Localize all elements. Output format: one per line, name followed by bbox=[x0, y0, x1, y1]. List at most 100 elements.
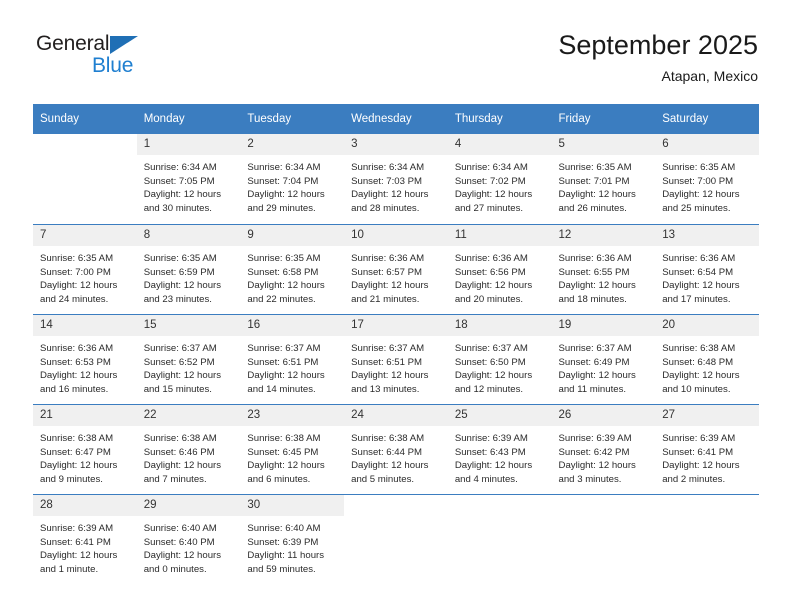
sunset-text: Sunset: 6:46 PM bbox=[143, 446, 215, 458]
daylight-text-line2: and 23 minutes. bbox=[143, 293, 212, 305]
calendar-day[interactable]: 21 Sunrise: 6:38 AM Sunset: 6:47 PM Dayligh… bbox=[33, 404, 137, 494]
daylight-text-line2: and 17 minutes. bbox=[662, 293, 731, 305]
calendar-day-empty bbox=[33, 134, 137, 224]
calendar-day[interactable]: 16 Sunrise: 6:37 AM Sunset: 6:51 PM Dayligh… bbox=[240, 314, 345, 404]
calendar-page: General Blue September 2025 Atapan, Mexi… bbox=[0, 0, 792, 612]
sunset-text: Sunset: 6:39 PM bbox=[247, 536, 319, 548]
daylight-text-line2: and 26 minutes. bbox=[558, 202, 627, 214]
daylight-text-line1: Daylight: 12 hours bbox=[558, 280, 636, 292]
calendar-day[interactable]: 25 Sunrise: 6:39 AM Sunset: 6:43 PM Dayligh… bbox=[447, 404, 552, 494]
calendar-cell: 22 Sunrise: 6:38 AM Sunset: 6:46 PM Dayligh… bbox=[136, 404, 241, 494]
calendar-day[interactable]: 1 Sunrise: 6:34 AM Sunset: 7:05 PM Daylight… bbox=[136, 134, 241, 224]
calendar-day[interactable]: 9 Sunrise: 6:35 AM Sunset: 6:58 PM Daylight… bbox=[240, 224, 345, 314]
day-number: 5 bbox=[551, 134, 656, 155]
sunrise-text: Sunrise: 6:36 AM bbox=[662, 253, 736, 264]
calendar-day[interactable]: 28 Sunrise: 6:39 AM Sunset: 6:41 PM Dayligh… bbox=[33, 494, 137, 584]
day-details: Sunrise: 6:37 AM Sunset: 6:50 PM Daylight:… bbox=[448, 336, 552, 396]
day-number: 7 bbox=[33, 225, 137, 246]
calendar-cell: 16 Sunrise: 6:37 AM Sunset: 6:51 PM Dayligh… bbox=[240, 314, 345, 404]
general-blue-logo[interactable]: General Blue bbox=[36, 32, 216, 84]
daylight-text-line1: Daylight: 12 hours bbox=[558, 189, 636, 201]
calendar-day[interactable]: 3 Sunrise: 6:34 AM Sunset: 7:03 PM Daylight… bbox=[344, 134, 448, 224]
calendar-cell: 23 Sunrise: 6:38 AM Sunset: 6:45 PM Dayligh… bbox=[240, 404, 345, 494]
day-details: Sunrise: 6:37 AM Sunset: 6:51 PM Daylight:… bbox=[344, 336, 448, 396]
day-number: 8 bbox=[136, 225, 241, 246]
daylight-text-line1: Daylight: 12 hours bbox=[351, 460, 429, 472]
calendar-day[interactable]: 15 Sunrise: 6:37 AM Sunset: 6:52 PM Dayligh… bbox=[136, 314, 241, 404]
calendar-day[interactable]: 23 Sunrise: 6:38 AM Sunset: 6:45 PM Dayligh… bbox=[240, 404, 345, 494]
calendar-cell: 21 Sunrise: 6:38 AM Sunset: 6:47 PM Dayligh… bbox=[33, 404, 137, 494]
calendar-day[interactable]: 20 Sunrise: 6:38 AM Sunset: 6:48 PM Dayligh… bbox=[655, 314, 759, 404]
day-number: 13 bbox=[655, 225, 759, 246]
sunset-text: Sunset: 6:51 PM bbox=[351, 356, 423, 368]
day-number: 1 bbox=[136, 134, 241, 155]
calendar-day[interactable]: 2 Sunrise: 6:34 AM Sunset: 7:04 PM Daylight… bbox=[240, 134, 345, 224]
sunset-text: Sunset: 6:49 PM bbox=[558, 356, 630, 368]
calendar-day[interactable]: 19 Sunrise: 6:37 AM Sunset: 6:49 PM Dayligh… bbox=[551, 314, 656, 404]
calendar-day[interactable]: 13 Sunrise: 6:36 AM Sunset: 6:54 PM Dayligh… bbox=[655, 224, 759, 314]
calendar-day[interactable]: 17 Sunrise: 6:37 AM Sunset: 6:51 PM Dayligh… bbox=[344, 314, 448, 404]
calendar-day[interactable]: 29 Sunrise: 6:40 AM Sunset: 6:40 PM Dayligh… bbox=[136, 494, 241, 584]
sunrise-text: Sunrise: 6:36 AM bbox=[454, 253, 528, 264]
day-details: Sunrise: 6:36 AM Sunset: 6:54 PM Daylight:… bbox=[655, 246, 759, 306]
sunrise-text: Sunrise: 6:39 AM bbox=[40, 523, 114, 534]
calendar-day[interactable]: 7 Sunrise: 6:35 AM Sunset: 7:00 PM Daylight… bbox=[33, 224, 137, 314]
daylight-text-line2: and 2 minutes. bbox=[662, 473, 726, 485]
calendar-day[interactable]: 5 Sunrise: 6:35 AM Sunset: 7:01 PM Daylight… bbox=[551, 134, 656, 224]
day-details: Sunrise: 6:38 AM Sunset: 6:44 PM Daylight:… bbox=[344, 426, 448, 486]
calendar-day[interactable]: 22 Sunrise: 6:38 AM Sunset: 6:46 PM Dayligh… bbox=[136, 404, 241, 494]
day-number bbox=[552, 495, 656, 516]
daylight-text-line2: and 11 minutes. bbox=[558, 383, 627, 395]
day-number: 11 bbox=[447, 225, 552, 246]
sunset-text: Sunset: 7:03 PM bbox=[351, 175, 423, 187]
calendar-day[interactable]: 10 Sunrise: 6:36 AM Sunset: 6:57 PM Dayligh… bbox=[344, 224, 448, 314]
calendar-day[interactable]: 30 Sunrise: 6:40 AM Sunset: 6:39 PM Dayligh… bbox=[240, 494, 345, 584]
day-number: 25 bbox=[447, 405, 552, 426]
calendar-day[interactable]: 26 Sunrise: 6:39 AM Sunset: 6:42 PM Dayligh… bbox=[551, 404, 656, 494]
calendar-day-empty bbox=[344, 494, 448, 584]
daylight-text-line1: Daylight: 12 hours bbox=[143, 550, 222, 562]
calendar-cell bbox=[344, 494, 448, 584]
day-number: 17 bbox=[344, 315, 448, 336]
calendar-body: 1 Sunrise: 6:34 AM Sunset: 7:05 PM Daylight… bbox=[33, 134, 759, 584]
daylight-text-line1: Daylight: 11 hours bbox=[247, 550, 325, 562]
day-details: Sunrise: 6:37 AM Sunset: 6:51 PM Daylight:… bbox=[240, 336, 344, 396]
day-details: Sunrise: 6:37 AM Sunset: 6:49 PM Daylight:… bbox=[552, 336, 656, 396]
calendar-day-empty bbox=[655, 494, 759, 584]
day-details: Sunrise: 6:35 AM Sunset: 7:00 PM Daylight:… bbox=[655, 155, 759, 215]
calendar-day[interactable]: 18 Sunrise: 6:37 AM Sunset: 6:50 PM Dayligh… bbox=[447, 314, 552, 404]
day-number: 29 bbox=[136, 495, 241, 516]
calendar-day[interactable]: 6 Sunrise: 6:35 AM Sunset: 7:00 PM Daylight… bbox=[655, 134, 759, 224]
calendar-day[interactable]: 14 Sunrise: 6:36 AM Sunset: 6:53 PM Dayligh… bbox=[33, 314, 137, 404]
sunrise-text: Sunrise: 6:38 AM bbox=[662, 343, 736, 354]
sunset-text: Sunset: 7:04 PM bbox=[247, 175, 319, 187]
sunrise-text: Sunrise: 6:38 AM bbox=[143, 433, 217, 444]
calendar-day[interactable]: 11 Sunrise: 6:36 AM Sunset: 6:56 PM Dayligh… bbox=[447, 224, 552, 314]
calendar-cell bbox=[447, 494, 552, 584]
calendar-day[interactable]: 4 Sunrise: 6:34 AM Sunset: 7:02 PM Daylight… bbox=[447, 134, 552, 224]
day-details: Sunrise: 6:35 AM Sunset: 7:00 PM Daylight:… bbox=[33, 246, 137, 306]
location-subtitle: Atapan, Mexico bbox=[661, 68, 759, 84]
calendar-day[interactable]: 24 Sunrise: 6:38 AM Sunset: 6:44 PM Dayligh… bbox=[344, 404, 448, 494]
calendar-day[interactable]: 27 Sunrise: 6:39 AM Sunset: 6:41 PM Dayligh… bbox=[655, 404, 759, 494]
day-number: 9 bbox=[240, 225, 345, 246]
sunrise-text: Sunrise: 6:37 AM bbox=[351, 343, 425, 354]
calendar-day[interactable]: 8 Sunrise: 6:35 AM Sunset: 6:59 PM Daylight… bbox=[136, 224, 241, 314]
daylight-text-line1: Daylight: 12 hours bbox=[40, 280, 118, 292]
daylight-text-line2: and 21 minutes. bbox=[351, 293, 420, 305]
calendar-cell: 20 Sunrise: 6:38 AM Sunset: 6:48 PM Dayligh… bbox=[655, 314, 759, 404]
calendar-cell: 15 Sunrise: 6:37 AM Sunset: 6:52 PM Dayligh… bbox=[136, 314, 241, 404]
sunrise-text: Sunrise: 6:35 AM bbox=[40, 253, 114, 264]
daylight-text-line2: and 10 minutes. bbox=[662, 383, 731, 395]
daylight-text-line1: Daylight: 12 hours bbox=[558, 370, 636, 382]
calendar-day[interactable]: 12 Sunrise: 6:36 AM Sunset: 6:55 PM Dayligh… bbox=[551, 224, 656, 314]
daylight-text-line1: Daylight: 12 hours bbox=[40, 550, 118, 562]
daylight-text-line1: Daylight: 12 hours bbox=[662, 189, 740, 201]
sunrise-text: Sunrise: 6:37 AM bbox=[143, 343, 217, 354]
day-details: Sunrise: 6:37 AM Sunset: 6:52 PM Daylight:… bbox=[137, 336, 241, 396]
daylight-text-line2: and 5 minutes. bbox=[351, 473, 415, 485]
sunset-text: Sunset: 7:00 PM bbox=[662, 175, 734, 187]
calendar-cell: 13 Sunrise: 6:36 AM Sunset: 6:54 PM Dayligh… bbox=[655, 224, 759, 314]
daylight-text-line1: Daylight: 12 hours bbox=[454, 189, 533, 201]
sunset-text: Sunset: 6:58 PM bbox=[247, 266, 319, 278]
